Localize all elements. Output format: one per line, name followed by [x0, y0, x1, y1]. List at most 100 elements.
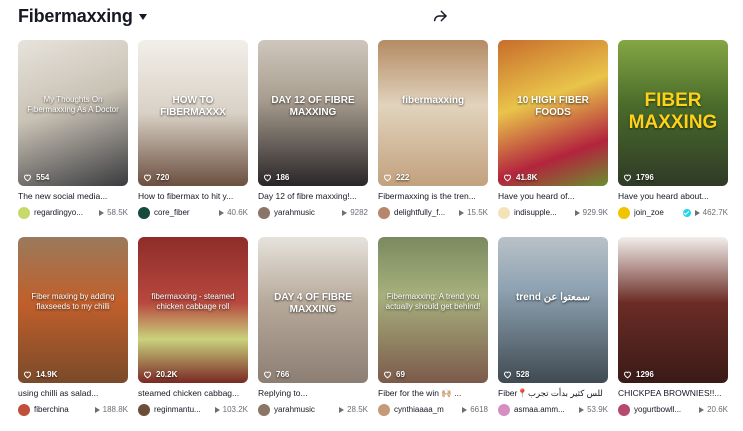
video-thumbnail[interactable]: My Thoughts On Fibermaxxing As A Doctor 5…	[18, 40, 128, 186]
play-count: 6618	[462, 405, 488, 414]
video-caption[interactable]: Have you heard about...	[618, 190, 728, 202]
video-thumbnail[interactable]: 1296	[618, 237, 728, 383]
author-name[interactable]: fiberchina	[34, 405, 91, 414]
video-caption[interactable]: using chilli as salad...	[18, 387, 128, 399]
play-icon	[699, 406, 705, 413]
author-name[interactable]: core_fiber	[154, 208, 215, 217]
video-card[interactable]: Fibermaxxing: A trend you actually shoul…	[378, 237, 488, 424]
video-thumbnail[interactable]: 10 HIGH FIBER FOODS 41.8K	[498, 40, 608, 186]
video-card[interactable]: trend سمعتوا عن 528 Fiber📍للس كثير بدأت تج…	[498, 237, 608, 424]
caret-down-icon[interactable]	[138, 14, 147, 20]
author-name[interactable]: yogurtbowll...	[634, 405, 695, 414]
author-name[interactable]: reginmantu...	[154, 405, 211, 414]
video-caption[interactable]: Day 12 of fibre maxxing!...	[258, 190, 368, 202]
video-card[interactable]: fibermaxxing 222 Fibermaxxing is the tren.…	[378, 40, 488, 227]
avatar[interactable]	[138, 403, 150, 416]
video-card[interactable]: HOW TO FIBERMAXXX 720 How to fibermax to h…	[138, 40, 248, 227]
avatar[interactable]	[498, 206, 510, 219]
video-meta: delightfully_f... 15.5K	[378, 206, 488, 219]
like-count-value: 1296	[636, 370, 654, 379]
thumbnail-overlay-text: HOW TO FIBERMAXXX	[160, 95, 226, 119]
video-thumbnail[interactable]: Fibermaxxing: A trend you actually shoul…	[378, 237, 488, 383]
video-meta: join_zoe 462.7K	[618, 206, 728, 219]
play-count-value: 28.5K	[347, 405, 368, 414]
author-name[interactable]: regardingyo...	[34, 208, 95, 217]
avatar[interactable]	[18, 206, 30, 219]
thumbnail-overlay-text: fibermaxxing	[401, 95, 465, 107]
thumbnail-overlay-text: 10 HIGH FIBER FOODS	[517, 95, 589, 119]
play-count: 58.5K	[99, 208, 128, 217]
thumbnail-overlay-text: DAY 4 OF FIBRE MAXXING	[274, 292, 352, 316]
author-name[interactable]: asmaa.amm...	[514, 405, 575, 414]
avatar[interactable]	[618, 206, 630, 219]
play-count: 40.6K	[219, 208, 248, 217]
heart-icon	[383, 173, 396, 182]
video-meta: fiberchina 188.8K	[18, 403, 128, 416]
heart-icon	[143, 173, 156, 182]
video-caption[interactable]: steamed chicken cabbag...	[138, 387, 248, 399]
author-name[interactable]: join_zoe	[634, 208, 680, 217]
video-thumbnail[interactable]: trend سمعتوا عن 528	[498, 237, 608, 383]
share-icon[interactable]	[432, 8, 448, 24]
avatar[interactable]	[378, 206, 390, 219]
avatar[interactable]	[18, 403, 30, 416]
video-thumbnail[interactable]: DAY 4 OF FIBRE MAXXING 766	[258, 237, 368, 383]
like-count: 14.9K	[23, 370, 57, 379]
heart-icon	[503, 173, 516, 182]
video-meta: reginmantu... 103.2K	[138, 403, 248, 416]
video-thumbnail[interactable]: HOW TO FIBERMAXXX 720	[138, 40, 248, 186]
video-meta: indisupple... 929.9K	[498, 206, 608, 219]
play-icon	[459, 209, 465, 216]
video-card[interactable]: My Thoughts On Fibermaxxing As A Doctor 5…	[18, 40, 128, 227]
video-thumbnail[interactable]: fibermaxxing 222	[378, 40, 488, 186]
avatar[interactable]	[258, 206, 270, 219]
video-caption[interactable]: Replying to...	[258, 387, 368, 399]
video-caption[interactable]: How to fibermax to hit y...	[138, 190, 248, 202]
video-card[interactable]: DAY 4 OF FIBRE MAXXING 766 Replying to... y…	[258, 237, 368, 424]
play-icon	[219, 209, 225, 216]
video-meta: yarahmusic 9282	[258, 206, 368, 219]
author-name[interactable]: yarahmusic	[274, 405, 335, 414]
video-card[interactable]: FIBER MAXXING 1796 Have you heard about...…	[618, 40, 728, 227]
author-name[interactable]: indisupple...	[514, 208, 571, 217]
video-caption[interactable]: The new social media...	[18, 190, 128, 202]
avatar[interactable]	[138, 206, 150, 219]
like-count: 222	[383, 173, 409, 182]
avatar[interactable]	[258, 403, 270, 416]
like-count: 1796	[623, 173, 654, 182]
video-caption[interactable]: Fibermaxxing is the tren...	[378, 190, 488, 202]
video-meta: asmaa.amm... 53.9K	[498, 403, 608, 416]
play-count-value: 188.8K	[102, 405, 128, 414]
avatar[interactable]	[618, 403, 630, 416]
video-card[interactable]: Fiber maxing by adding flaxseeds to my c…	[18, 237, 128, 424]
video-thumbnail[interactable]: fibermaxxing - steamed chicken cabbage r…	[138, 237, 248, 383]
play-count-value: 6618	[470, 405, 488, 414]
video-card[interactable]: DAY 12 OF FIBRE MAXXING 186 Day 12 of fibr…	[258, 40, 368, 227]
video-card[interactable]: 1296 CHICKPEA BROWNIES!!... yogurtbowll...…	[618, 237, 728, 424]
avatar[interactable]	[498, 403, 510, 416]
author-name[interactable]: cynthiaaaa_m	[394, 405, 458, 414]
like-count: 1296	[623, 370, 654, 379]
video-caption[interactable]: Fiber for the win 🙌🏼 ...	[378, 387, 488, 399]
play-icon	[339, 406, 345, 413]
video-thumbnail[interactable]: DAY 12 OF FIBRE MAXXING 186	[258, 40, 368, 186]
author-name[interactable]: delightfully_f...	[394, 208, 455, 217]
heart-icon	[23, 370, 36, 379]
video-thumbnail[interactable]: Fiber maxing by adding flaxseeds to my c…	[18, 237, 128, 383]
like-count: 528	[503, 370, 529, 379]
video-meta: yarahmusic 28.5K	[258, 403, 368, 416]
video-card[interactable]: fibermaxxing - steamed chicken cabbage r…	[138, 237, 248, 424]
play-count: 53.9K	[579, 405, 608, 414]
thumbnail-overlay-text: DAY 12 OF FIBRE MAXXING	[271, 95, 355, 119]
video-caption[interactable]: Fiber📍للس كثير بدأت تجرب	[498, 387, 608, 399]
video-thumbnail[interactable]: FIBER MAXXING 1796	[618, 40, 728, 186]
video-caption[interactable]: Have you heard of...	[498, 190, 608, 202]
heart-icon	[623, 370, 636, 379]
video-card[interactable]: 10 HIGH FIBER FOODS 41.8K Have you heard o…	[498, 40, 608, 227]
video-meta: cynthiaaaa_m 6618	[378, 403, 488, 416]
like-count-value: 528	[516, 370, 530, 379]
avatar[interactable]	[378, 403, 390, 416]
play-count-value: 53.9K	[587, 405, 608, 414]
author-name[interactable]: yarahmusic	[274, 208, 338, 217]
video-caption[interactable]: CHICKPEA BROWNIES!!...	[618, 387, 728, 399]
